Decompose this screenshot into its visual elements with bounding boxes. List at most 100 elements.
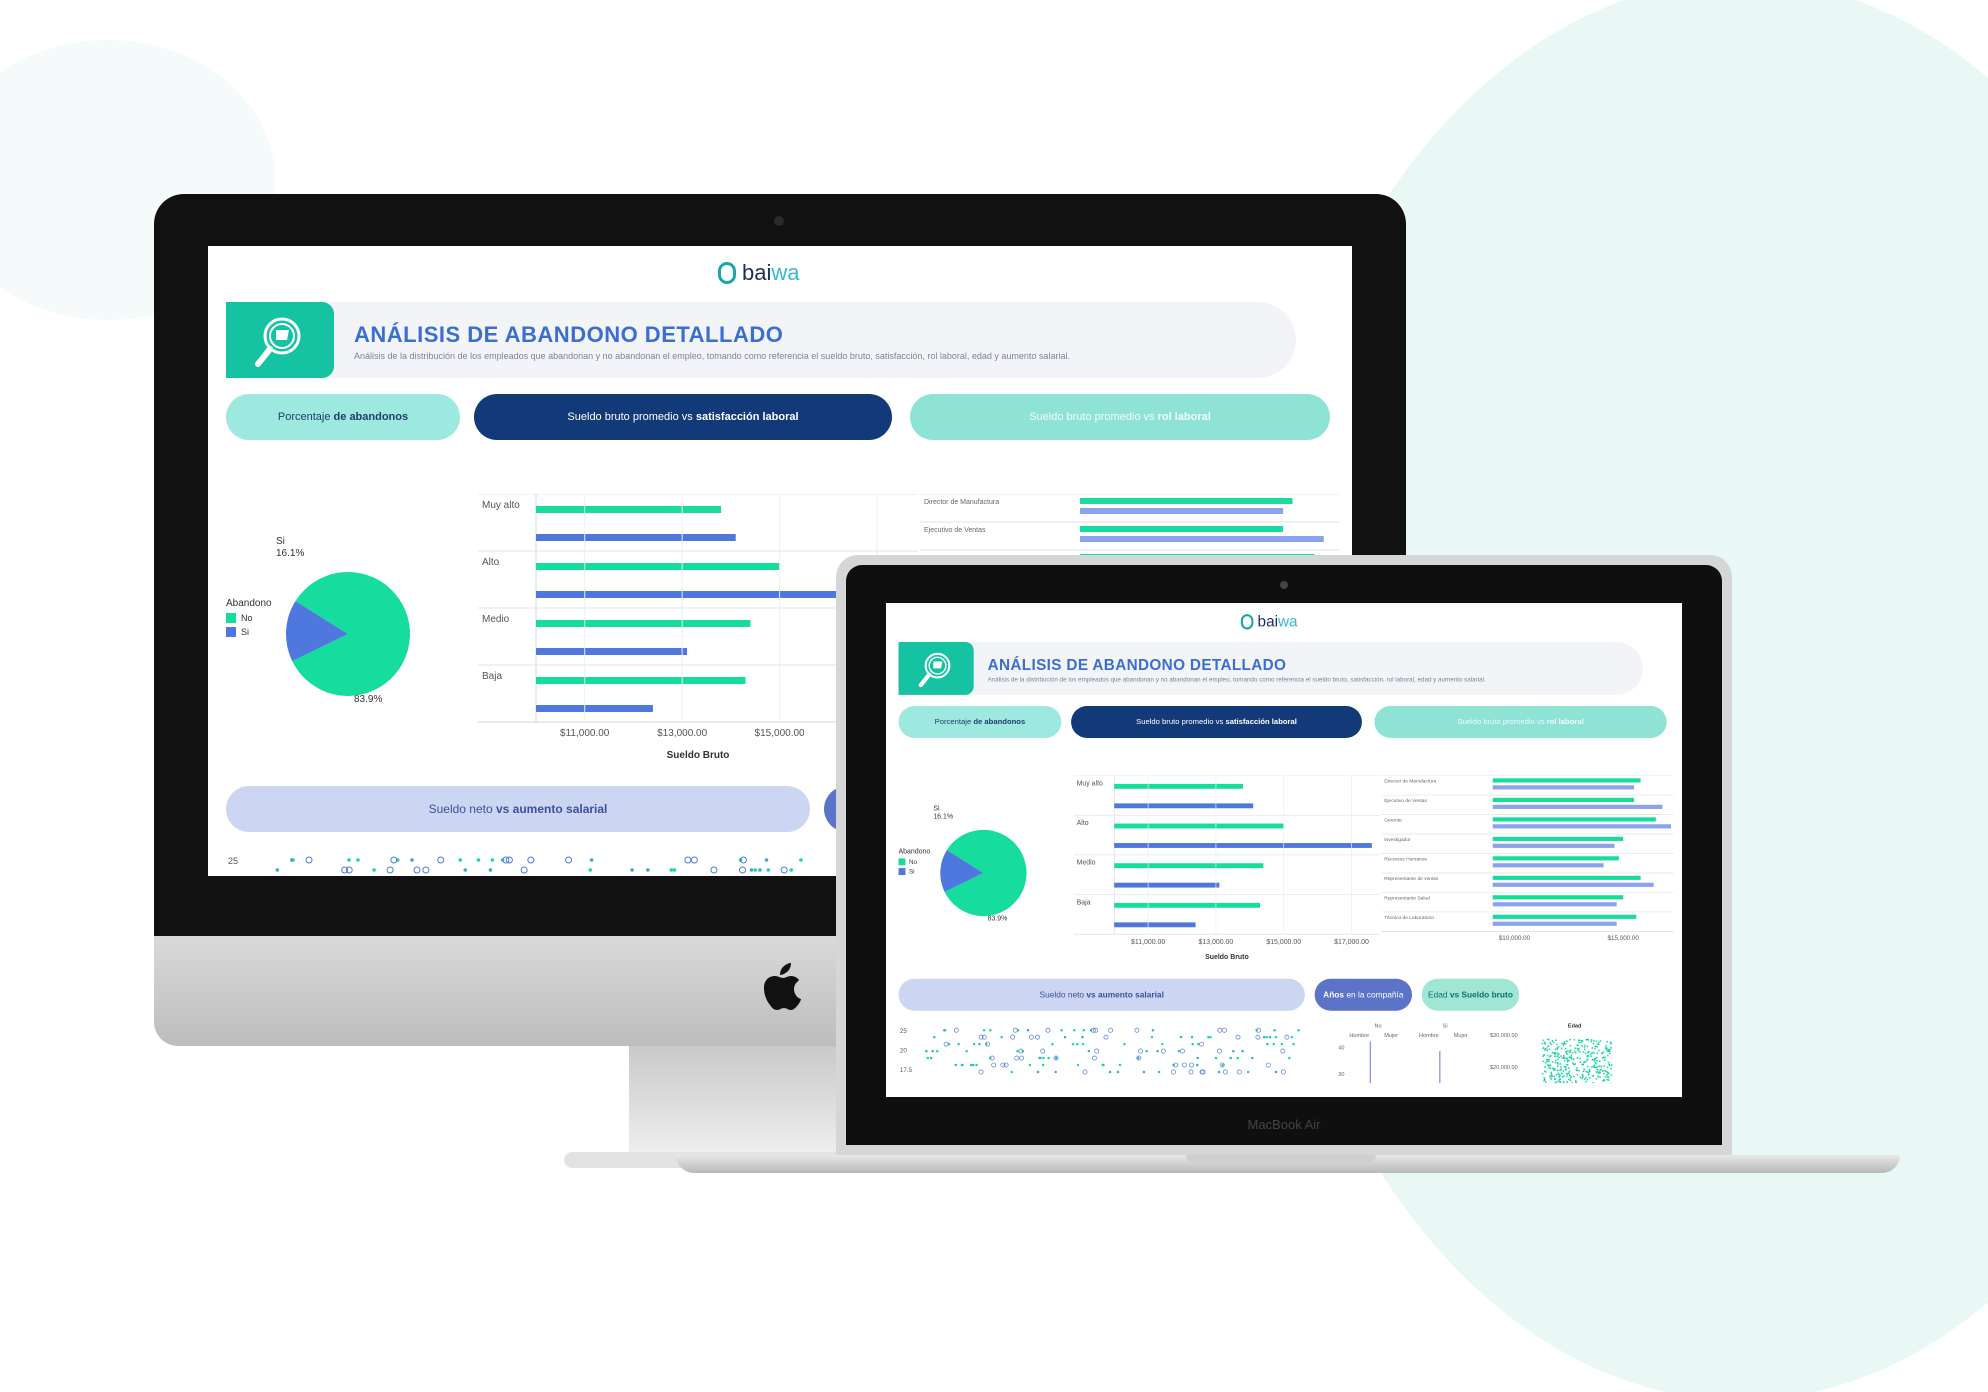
- scatter-point: [1544, 1061, 1547, 1064]
- scatter-point: [1598, 1049, 1600, 1052]
- tab-sueldo-rol[interactable]: Sueldo bruto promedio vs rol laboral: [1374, 705, 1667, 738]
- scatter-point: [929, 1056, 933, 1060]
- x-tick-label: $17,000.00: [1334, 939, 1369, 946]
- scatter-point: [1587, 1065, 1589, 1068]
- tab-edad-sueldo[interactable]: Edad vs Sueldo bruto: [1421, 978, 1520, 1011]
- scatter-point: [305, 856, 313, 864]
- scatter-point: [1567, 1078, 1570, 1081]
- scatter-point: [1598, 1041, 1600, 1044]
- scatter-point: [1543, 1078, 1546, 1081]
- dashboard: baiwa ANÁLISIS DE ABANDONO DETALLADO Aná…: [886, 603, 1682, 1084]
- scatter-point: [1581, 1044, 1583, 1047]
- bar-no: [536, 677, 746, 684]
- scatter-point: [1572, 1058, 1575, 1060]
- scatter-point: [1189, 1062, 1194, 1068]
- tab-sueldo-rol[interactable]: Sueldo bruto promedio vs rol laboral: [910, 394, 1330, 440]
- scatter-point: [1610, 1047, 1612, 1049]
- tab-anos-compania[interactable]: Años en la compañía: [1314, 978, 1413, 1011]
- scatter-point: [413, 866, 421, 874]
- scatter-point: [1562, 1044, 1565, 1046]
- scatter-point: [1549, 1067, 1552, 1069]
- scatter-point: [989, 1028, 992, 1032]
- scatter-point: [943, 1041, 949, 1047]
- scatter-point: [1076, 1063, 1080, 1067]
- scatter-point: [965, 1049, 968, 1053]
- scatter-point: [1274, 1035, 1278, 1039]
- scatter-point: [1273, 1028, 1276, 1032]
- tab-sueldo-satisfaccion[interactable]: Sueldo bruto promedio vs satisfacción la…: [1071, 705, 1362, 738]
- scatter-point: [1580, 1041, 1582, 1044]
- scatter-point: [1549, 1041, 1551, 1044]
- scatter-point: [390, 856, 398, 864]
- tab-sueldo-aumento[interactable]: Sueldo neto vs aumento salarial: [898, 978, 1305, 1011]
- tab-sueldo-aumento[interactable]: Sueldo neto vs aumento salarial: [226, 786, 810, 832]
- scatter-point: [1558, 1081, 1561, 1083]
- x-axis-label: Sueldo Bruto: [667, 750, 730, 761]
- scatter-point: [1568, 1051, 1571, 1053]
- scatter-point: [1570, 1057, 1573, 1060]
- scatter-point: [1586, 1045, 1589, 1048]
- scatter-point: [972, 1042, 976, 1046]
- scatter-point: [1542, 1047, 1544, 1049]
- tab-porcentaje-abandonos[interactable]: Porcentaje de abandonos: [898, 705, 1062, 738]
- scatter-point: [1036, 1070, 1040, 1074]
- scatter-point: [1591, 1066, 1593, 1068]
- scatter-point: [1562, 1081, 1565, 1083]
- scatter-point: [1592, 1058, 1595, 1061]
- scatter-point: [1103, 1034, 1109, 1040]
- bar-no: [1080, 526, 1284, 532]
- scatter-point: [1607, 1054, 1609, 1057]
- scatter-point: [437, 856, 445, 864]
- scatter-point: [1142, 1070, 1146, 1074]
- scatter-point: [1179, 1035, 1183, 1039]
- scatter-point: [1599, 1076, 1601, 1078]
- scatter-point: [1118, 1063, 1122, 1067]
- scatter-point: [1092, 1055, 1097, 1061]
- scatter-point: [1606, 1078, 1608, 1081]
- bar-chart-rol: Director de Manufactura Ejecutivo de Vent…: [1381, 775, 1674, 942]
- category-label: Técnico de Laboratorio: [1384, 915, 1434, 921]
- scatter-point: [981, 1034, 987, 1040]
- scatter-point: [1108, 1070, 1112, 1074]
- scatter-point: [1585, 1038, 1588, 1041]
- x-tick-label: $10,000.00: [1499, 935, 1531, 942]
- scatter-point: [1608, 1079, 1610, 1081]
- scatter-point: [1562, 1057, 1565, 1059]
- scatter-point: [1573, 1063, 1575, 1065]
- scatter-point: [1544, 1081, 1547, 1083]
- bar-si: [1114, 803, 1254, 809]
- y-tick-label: 25: [900, 1028, 907, 1035]
- tab-sueldo-satisfaccion[interactable]: Sueldo bruto promedio vs satisfacción la…: [474, 394, 892, 440]
- legend-swatch: [898, 858, 906, 866]
- scatter-point: [1569, 1038, 1572, 1041]
- bar-si: [1492, 863, 1604, 868]
- scatter-point: [1554, 1078, 1556, 1080]
- scatter-point: [1548, 1065, 1550, 1067]
- magnifier-icon-tile: [898, 641, 974, 695]
- scatter-point: [1605, 1048, 1607, 1050]
- bar-no: [1114, 823, 1284, 829]
- scatter-point: [1554, 1081, 1557, 1084]
- scatter-point: [789, 868, 794, 872]
- scatter-point: [1610, 1064, 1613, 1066]
- scatter-point: [1548, 1060, 1550, 1063]
- scatter-point: [943, 1028, 946, 1032]
- scatter-point: [1026, 1028, 1030, 1032]
- scatter-point: [1548, 1038, 1550, 1041]
- scatter-point: [1610, 1074, 1613, 1076]
- scatter-point: [490, 858, 495, 862]
- scatter-point: [1150, 1035, 1154, 1039]
- scatter-point: [1591, 1047, 1594, 1049]
- scatter-point: [372, 868, 376, 872]
- bar-no: [536, 620, 751, 627]
- category-label: Representante Salud: [1384, 895, 1430, 901]
- scatter-point: [1604, 1076, 1607, 1078]
- scatter-point: [1575, 1081, 1577, 1084]
- bar-si: [1492, 843, 1615, 848]
- scatter-point: [1604, 1056, 1607, 1059]
- scatter-point: [1547, 1045, 1550, 1047]
- scatter-point: [1563, 1055, 1565, 1057]
- tab-porcentaje-abandonos[interactable]: Porcentaje de abandonos: [226, 394, 460, 440]
- bar-no: [1492, 817, 1656, 822]
- scatter-point: [1232, 1049, 1235, 1053]
